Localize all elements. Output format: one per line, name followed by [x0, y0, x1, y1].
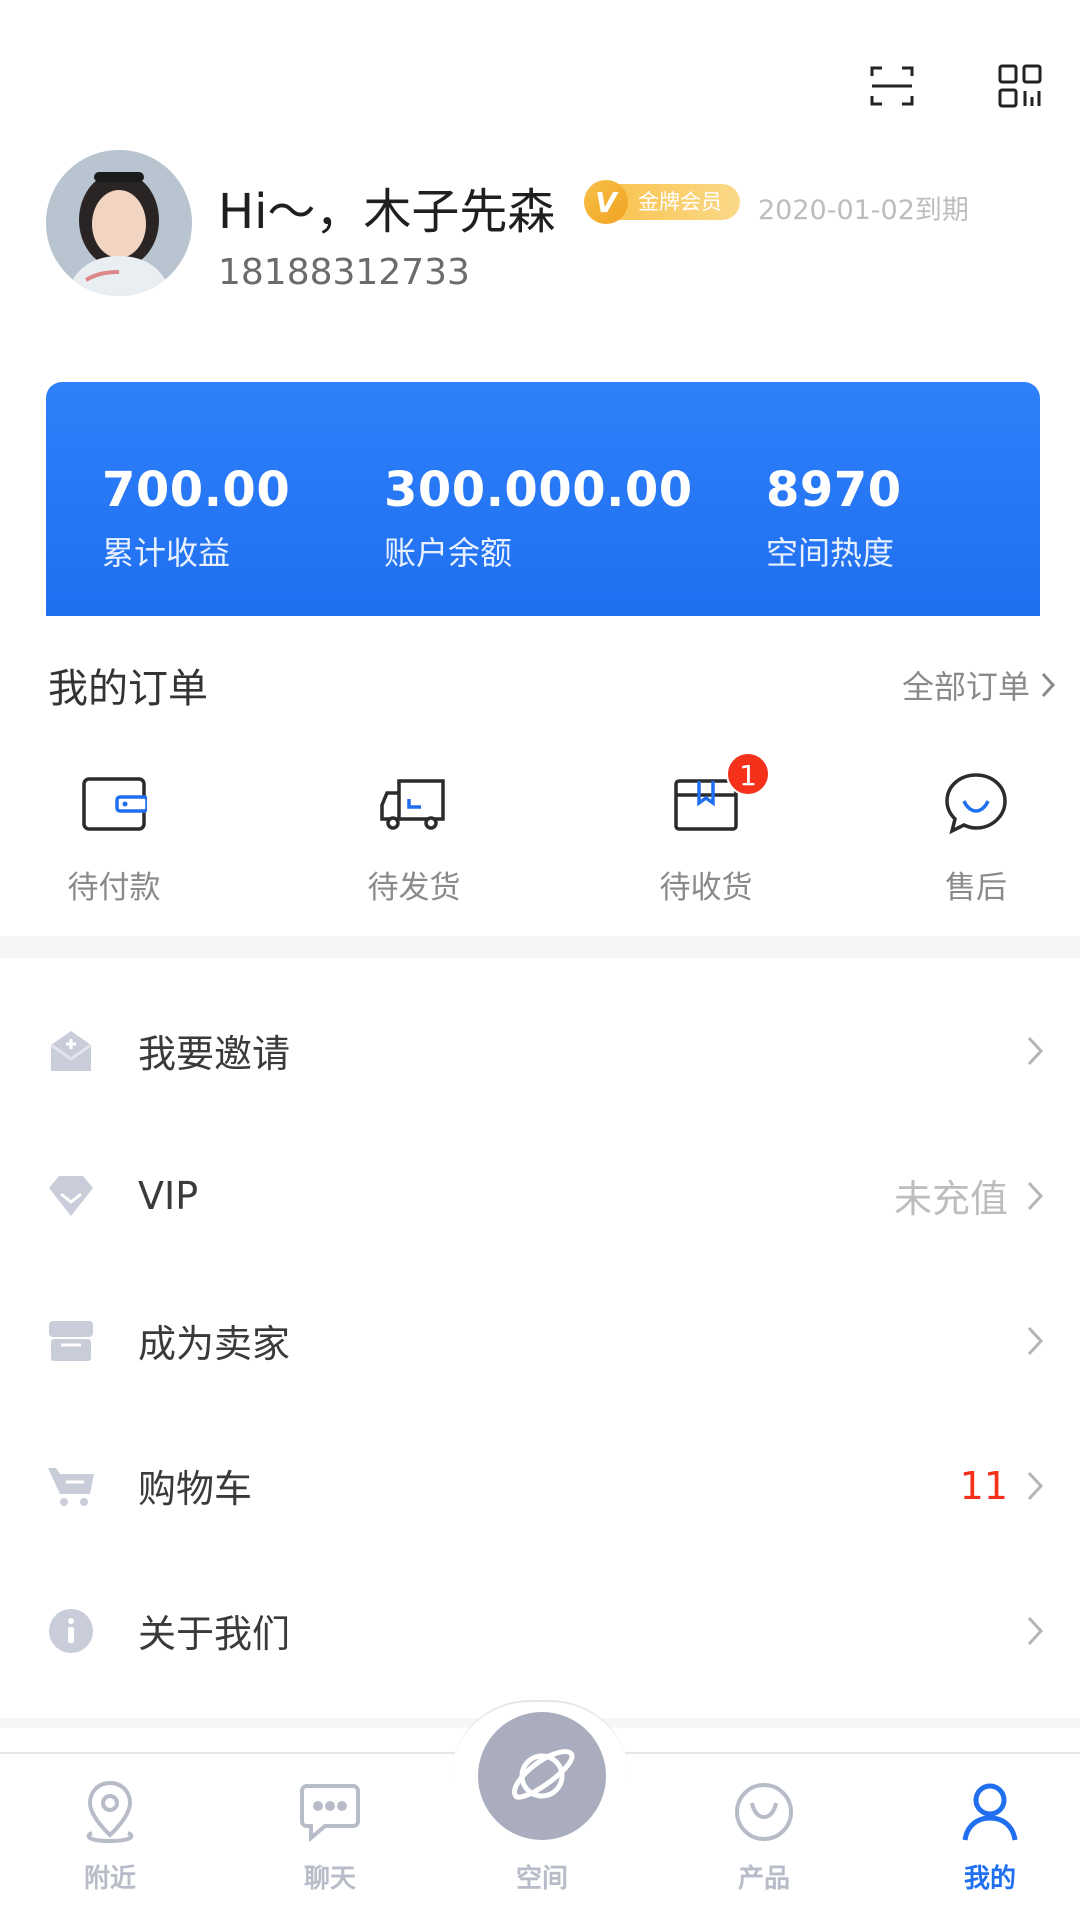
menu-right: 11 [960, 1464, 1044, 1508]
user-greeting: Hi～，木子先森 [218, 184, 556, 240]
menu-item-vip[interactable]: VIP 未充值 [0, 1123, 1080, 1268]
tab-label: 我的 [963, 1864, 1016, 1894]
stat-space-heat[interactable]: 8970 空间热度 [766, 462, 902, 574]
stat-label: 账户余额 [384, 534, 513, 572]
tab-label: 产品 [737, 1864, 790, 1894]
chevron-right-icon [1027, 1616, 1044, 1645]
profile-header: Hi～，木子先森 V 金牌会员 2020-01-02到期 18188312733 [46, 150, 1036, 300]
location-icon [40, 1772, 180, 1852]
tab-nearby[interactable]: 附近 [40, 1772, 180, 1895]
stat-value: 8970 [766, 462, 902, 518]
wallet-icon [34, 766, 194, 842]
chevron-right-icon [1027, 1326, 1044, 1355]
menu-item-become-seller[interactable]: 成为卖家 [0, 1268, 1080, 1413]
order-label: 待收货 [659, 870, 753, 906]
order-label: 待付款 [67, 870, 161, 906]
stat-account-balance[interactable]: 300.000.00 账户余额 [384, 462, 693, 574]
diamond-icon [46, 1171, 96, 1221]
order-pending-receipt[interactable]: 1 待收货 [626, 752, 786, 907]
member-expire-date: 2020-01-02到期 [758, 195, 969, 226]
menu-item-invite[interactable]: 我要邀请 [0, 978, 1080, 1123]
chat-smile-icon [896, 766, 1056, 842]
section-divider [0, 936, 1080, 958]
member-badge[interactable]: V 金牌会员 [584, 180, 740, 224]
menu-right [1026, 1615, 1044, 1647]
stat-value: 700.00 [102, 462, 291, 518]
stat-label: 累计收益 [102, 534, 231, 572]
orders-title: 我的订单 [48, 666, 208, 712]
order-label: 待发货 [367, 870, 461, 906]
invite-mail-icon [46, 1026, 96, 1076]
vip-v-icon: V [584, 180, 628, 224]
menu-right [1026, 1035, 1044, 1067]
member-level-label: 金牌会员 [614, 184, 740, 220]
chevron-right-icon [1027, 1181, 1044, 1210]
menu-label: 成为卖家 [138, 1322, 291, 1366]
user-icon [920, 1772, 1060, 1852]
menu-right: 未充值 [894, 1168, 1044, 1223]
stat-value: 300.000.00 [384, 462, 693, 518]
all-orders-link[interactable]: 全部订单 [902, 662, 1056, 708]
cart-count: 11 [959, 1463, 1008, 1508]
menu-item-about[interactable]: 关于我们 [0, 1558, 1080, 1703]
tab-space[interactable] [478, 1712, 606, 1840]
bag-icon [694, 1772, 834, 1852]
scan-icon[interactable] [868, 60, 916, 112]
stat-label: 空间热度 [766, 534, 895, 572]
order-after-sales[interactable]: 售后 [896, 766, 1056, 907]
tab-label: 空间 [515, 1864, 568, 1894]
chevron-right-icon [1027, 1471, 1044, 1500]
chat-icon [260, 1772, 400, 1852]
menu-right [1026, 1325, 1044, 1357]
menu-label: 购物车 [138, 1467, 253, 1511]
tab-me[interactable]: 我的 [920, 1772, 1060, 1895]
all-orders-label: 全部订单 [901, 668, 1030, 706]
menu-label: 关于我们 [138, 1612, 291, 1656]
menu-item-cart[interactable]: 购物车 11 [0, 1413, 1080, 1558]
order-count-badge: 1 [726, 752, 770, 796]
tab-label: 聊天 [303, 1864, 356, 1894]
stats-card: 700.00 累计收益 300.000.00 账户余额 8970 空间热度 [46, 382, 1040, 618]
stat-total-earnings[interactable]: 700.00 累计收益 [102, 462, 290, 574]
order-label: 售后 [945, 870, 1007, 906]
avatar[interactable] [46, 150, 192, 296]
info-icon [46, 1606, 96, 1656]
truck-icon [334, 766, 494, 842]
user-phone: 18188312733 [218, 252, 470, 293]
menu-list: 我要邀请 VIP 未充值 成为卖家 购物车 11 关于我们 [0, 978, 1080, 1703]
store-icon [46, 1316, 96, 1366]
order-pending-payment[interactable]: 待付款 [34, 766, 194, 907]
chevron-right-icon [1027, 1036, 1044, 1065]
tab-products[interactable]: 产品 [694, 1772, 834, 1895]
tab-label: 附近 [83, 1864, 136, 1894]
cart-icon [46, 1461, 96, 1511]
menu-label: 我要邀请 [138, 1032, 291, 1076]
chevron-right-icon [1041, 672, 1056, 698]
tab-chat[interactable]: 聊天 [260, 1772, 400, 1895]
top-actions [868, 60, 1044, 112]
package-icon: 1 [626, 752, 786, 842]
order-pending-shipment[interactable]: 待发货 [334, 766, 494, 907]
planet-icon [511, 1749, 575, 1800]
menu-label: VIP [138, 1173, 199, 1218]
qr-code-icon[interactable] [996, 60, 1044, 112]
vip-status: 未充值 [893, 1177, 1008, 1221]
orders-section: 我的订单 全部订单 待付款 待发货 1 待收货 售后 [0, 616, 1080, 936]
